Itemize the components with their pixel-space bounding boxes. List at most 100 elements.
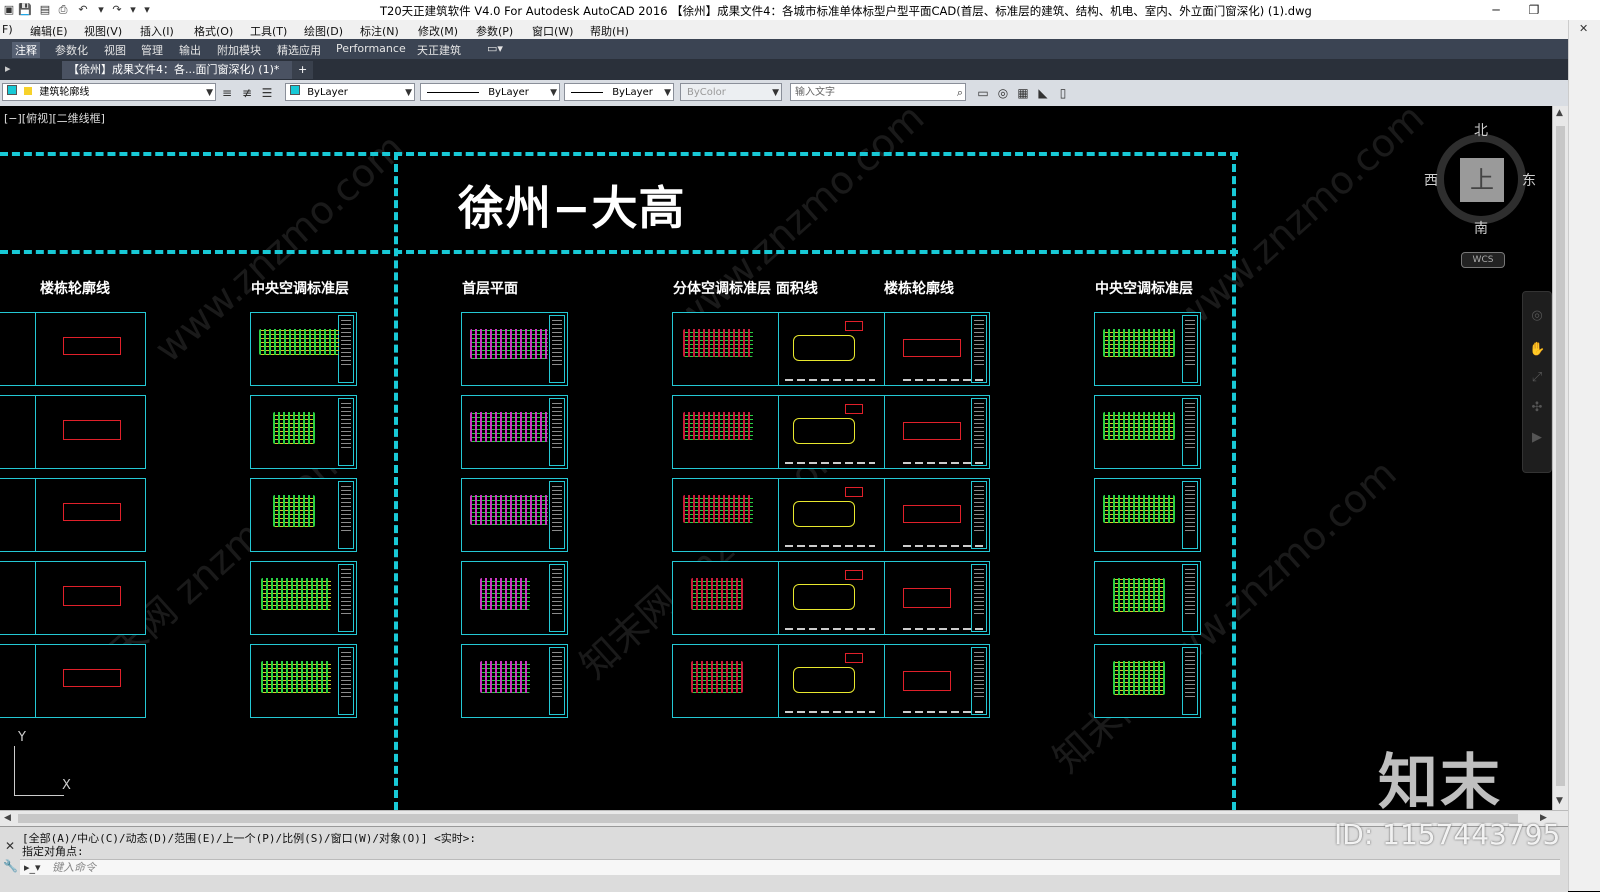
menu-item-window[interactable]: 窗口(W) [532, 23, 573, 39]
color-dropdown[interactable]: ByLayer ▼ [285, 83, 415, 101]
pan-icon[interactable]: ✋ [1529, 342, 1545, 358]
layer-previous-icon[interactable]: ☰ [259, 85, 275, 101]
orbit-icon[interactable]: ✣ [1529, 400, 1545, 416]
menu-item-help[interactable]: 帮助(H) [590, 23, 629, 39]
new-tab-button[interactable]: + [292, 61, 314, 79]
title-block [549, 481, 565, 549]
tab-addins[interactable]: 附加模块 [214, 42, 264, 58]
multileader-style-icon[interactable]: ◣ [1035, 85, 1051, 101]
scroll-thumb[interactable] [1556, 126, 1565, 786]
compass-north[interactable]: 北 [1474, 120, 1488, 140]
building-outline [903, 339, 961, 357]
menu-item-dimension[interactable]: 标注(N) [360, 23, 399, 39]
layer-name: 建筑轮廓线 [39, 87, 90, 98]
customize-dropdown-icon[interactable]: ▾ [140, 3, 154, 16]
building-outline [903, 422, 961, 440]
scale-bar [785, 545, 875, 547]
menu-item-insert[interactable]: 插入(I) [140, 23, 174, 39]
minimize-button[interactable]: ─ [1486, 2, 1506, 18]
file-tab-bar: ▸ 【徐州】成果文件4：各...面门窗深化) (1)* ✕ + [0, 59, 1600, 81]
tab-tangent-arch[interactable]: 天正建筑 [414, 42, 464, 58]
search-text-input[interactable]: 输入文字 ⌕ [790, 83, 966, 101]
compass-east[interactable]: 东 [1522, 170, 1536, 190]
chevron-down-icon: ▼ [550, 88, 557, 98]
tab-parametric[interactable]: 参数化 [52, 42, 91, 58]
compass-south[interactable]: 南 [1474, 218, 1488, 238]
command-prompt-icon[interactable]: ▸_▾ [24, 860, 41, 876]
saveas-icon[interactable]: ▤ [38, 3, 52, 16]
command-input[interactable]: ▸_▾ 键入命令 [20, 859, 1560, 875]
undo-icon[interactable]: ↶ [76, 3, 90, 16]
viewport-controls-label[interactable]: [−][俯视][二维线框] [4, 110, 105, 126]
text-style-icon[interactable]: ▭ [975, 85, 991, 101]
steering-wheel-icon[interactable]: ◎ [1529, 308, 1545, 324]
ucs-y-label: Y [18, 730, 26, 745]
menu-item-file[interactable]: F) [2, 23, 13, 36]
horizontal-scrollbar[interactable]: ◀ ▶ [0, 810, 1568, 827]
area-marker [845, 653, 863, 663]
scale-bar [903, 628, 983, 630]
scroll-left-icon[interactable]: ◀ [4, 813, 11, 823]
lineweight-dropdown[interactable]: ByLayer ▼ [564, 83, 674, 101]
vertical-scrollbar[interactable]: ▲ ▼ [1552, 106, 1569, 810]
layer-dropdown[interactable]: 建筑轮廓线 ▼ [2, 83, 216, 101]
redo-dropdown-icon[interactable]: ▾ [126, 3, 140, 16]
drawing-sheet [672, 644, 990, 718]
menu-item-view[interactable]: 视图(V) [84, 23, 122, 39]
tab-view[interactable]: 视图 [101, 42, 129, 58]
viewcube[interactable]: 上 北 南 东 西 [1424, 123, 1536, 237]
drawing-sheet [250, 478, 357, 552]
scale-list-icon[interactable]: ▯ [1055, 85, 1071, 101]
ucs-x-axis [14, 795, 64, 796]
menu-item-modify[interactable]: 修改(M) [418, 23, 458, 39]
tab-featured-apps[interactable]: 精选应用 [274, 42, 324, 58]
save-icon[interactable]: 💾 [18, 3, 32, 16]
scroll-down-icon[interactable]: ▼ [1556, 796, 1563, 806]
menu-item-draw[interactable]: 绘图(D) [304, 23, 343, 39]
drawing-canvas[interactable]: [−][俯视][二维线框] www.znzmo.com www.znzmo.co… [0, 106, 1552, 810]
ribbon-toggle-icon[interactable]: ▭▾ [484, 42, 506, 55]
close-icon[interactable]: ✕ [1579, 22, 1588, 35]
menu-item-tools[interactable]: 工具(T) [250, 23, 287, 39]
scale-bar [785, 379, 875, 381]
zoom-extents-icon[interactable]: ⤢ [1529, 370, 1545, 386]
wcs-menu-button[interactable]: WCS [1461, 252, 1505, 268]
dimension-style-icon[interactable]: ◎ [995, 85, 1011, 101]
linetype-dropdown[interactable]: ByLayer ▼ [420, 83, 560, 101]
tab-manage[interactable]: 管理 [138, 42, 166, 58]
undo-dropdown-icon[interactable]: ▾ [94, 3, 108, 16]
make-current-layer-icon[interactable]: ≡ [219, 85, 235, 101]
sheet-divider [35, 562, 36, 634]
viewcube-top-face[interactable]: 上 [1460, 158, 1504, 202]
drawing-sheet [672, 561, 990, 635]
search-icon[interactable]: ⌕ [957, 84, 963, 100]
restore-button[interactable]: ❐ [1524, 2, 1544, 18]
close-icon[interactable]: ✕ [3, 839, 17, 853]
menu-item-edit[interactable]: 编辑(E) [30, 23, 68, 39]
building-outline [903, 671, 951, 691]
wrench-icon[interactable]: 🔧 [3, 859, 18, 873]
tab-performance[interactable]: Performance [333, 42, 409, 55]
tab-output[interactable]: 输出 [176, 42, 204, 58]
scroll-up-icon[interactable]: ▲ [1556, 108, 1563, 118]
layer-color-swatch [7, 85, 17, 95]
print-icon[interactable]: ⎙ [56, 3, 70, 16]
title-block [971, 398, 987, 466]
file-tabs-menu-icon[interactable]: ▸ [2, 62, 14, 75]
scroll-thumb[interactable] [18, 814, 1518, 823]
showmotion-icon[interactable]: ▶ [1529, 430, 1545, 446]
layer-match-icon[interactable]: ≢ [239, 85, 255, 101]
right-edge-panel: ✕ [1568, 20, 1600, 891]
file-tab-active[interactable]: 【徐州】成果文件4：各...面门窗深化) (1)* ✕ [62, 61, 313, 79]
table-style-icon[interactable]: ▦ [1015, 85, 1031, 101]
menu-item-parametric[interactable]: 参数(P) [476, 23, 513, 39]
compass-west[interactable]: 西 [1424, 170, 1438, 190]
navigation-bar: ◎ ✋ ⤢ ✣ ▶ [1522, 291, 1552, 473]
window-title: T20天正建筑软件 V4.0 For Autodesk AutoCAD 2016… [380, 4, 1312, 18]
tab-annotate[interactable]: 注释 [12, 42, 40, 58]
watermark: www.znzmo.com [1166, 106, 1433, 341]
menu-item-format[interactable]: 格式(O) [194, 23, 233, 39]
column-header: 分体空调标准层 面积线 [673, 281, 818, 297]
app-menu-icon[interactable]: ▣ [2, 3, 16, 16]
redo-icon[interactable]: ↷ [110, 3, 124, 16]
